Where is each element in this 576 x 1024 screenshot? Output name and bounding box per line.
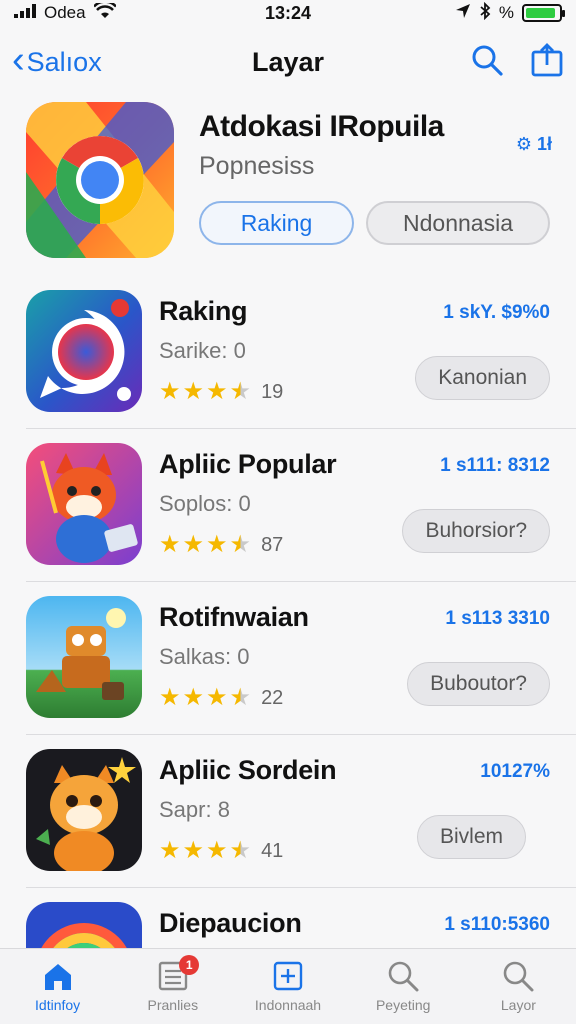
- search-icon: [388, 961, 419, 992]
- app-subtitle: Soplos: 0: [159, 491, 251, 516]
- list-item[interactable]: Raking Sarike: 0 ★ ★ ★ ★ 19 1 ѕkY. $9%0 Kan…: [26, 276, 576, 429]
- app-price: 10127%: [480, 761, 550, 782]
- tab-label: Layor: [500, 997, 536, 1013]
- half-star-icon: ★: [229, 837, 252, 864]
- chevron-left-icon: ‹: [12, 39, 25, 81]
- rating-count: 19: [261, 380, 284, 403]
- app-action-button[interactable]: Kanonian: [415, 356, 550, 400]
- star-add-icon: [273, 961, 303, 991]
- featured-app-count: ⚙ 1ł: [516, 134, 552, 155]
- location-icon: [455, 3, 471, 24]
- app-price: 1 ѕ110:5360: [444, 914, 550, 935]
- tab-label: Indonnaah: [254, 997, 322, 1013]
- tab-search[interactable]: Peyeting: [346, 949, 461, 1024]
- star-icon: ★: [159, 684, 181, 711]
- app-title: Apliic Sordein: [159, 755, 337, 785]
- app-title: Diepaucion: [159, 908, 302, 938]
- star-icon: ★: [206, 378, 228, 405]
- star-icon: ★: [206, 531, 228, 558]
- featured-app-title: Atdokasi IRopuila: [199, 110, 444, 143]
- nav-bar: ‹ Salıox Layar: [0, 36, 576, 88]
- app-action-button[interactable]: Buboutor?: [407, 662, 550, 706]
- bluetooth-icon: [479, 1, 491, 25]
- list-item[interactable]: Apliic Popular Soplos: 0 ★ ★ ★ ★ 87 1 ѕ111:…: [26, 429, 576, 582]
- status-right: %: [362, 1, 565, 25]
- search-icon: [504, 961, 534, 992]
- home-icon: [44, 964, 71, 990]
- star-icon: ★: [182, 378, 205, 405]
- app-price: 1 ѕ111: 8312: [440, 455, 550, 476]
- app-subtitle: Sapr: 8: [159, 797, 230, 822]
- carrier-name: Odea: [44, 3, 86, 22]
- app-title: Raking: [159, 296, 248, 326]
- star-icon: ★: [182, 684, 205, 711]
- half-star-icon: ★: [229, 378, 252, 405]
- tab-home[interactable]: Idtinfoy: [0, 949, 115, 1024]
- gear-icon: ⚙: [515, 134, 532, 154]
- app-title: Rotifnwaian: [159, 602, 309, 632]
- tab-indonesia[interactable]: Indonnaah: [230, 949, 345, 1024]
- star-rating: ★ ★ ★ ★ 87: [159, 533, 283, 557]
- status-left: Odea: [14, 0, 214, 24]
- back-button[interactable]: ‹ Salıox: [12, 39, 102, 81]
- app-price: 1 ѕkY. $9%0: [443, 302, 550, 323]
- fox-game-icon: [26, 443, 142, 565]
- app-action-button[interactable]: Bivlem: [416, 815, 526, 859]
- rating-count: 41: [261, 839, 284, 862]
- star-rating: ★ ★ ★ ★ 19: [159, 380, 283, 404]
- signal-icon: [14, 3, 36, 23]
- tab-label: Pranlies: [147, 997, 199, 1013]
- share-icon[interactable]: [530, 42, 564, 82]
- star-icon: ★: [182, 837, 205, 864]
- list-item[interactable]: Apliic Sordein Sapr: 8 ★ ★ ★ ★ 41 10127% Bi…: [26, 735, 576, 888]
- featured-app[interactable]: Atdokasi IRopuila Popnesiss ⚙ 1ł Raking …: [26, 100, 556, 260]
- star-icon: ★: [206, 684, 228, 711]
- star-icon: ★: [159, 378, 181, 405]
- app-action-button[interactable]: Buhorsior?: [402, 509, 550, 553]
- camera-lens-icon: [26, 290, 142, 412]
- battery-percent: %: [498, 3, 514, 22]
- wifi-icon: [92, 0, 117, 24]
- star-icon: ★: [159, 531, 181, 558]
- star-icon: ★: [182, 531, 205, 558]
- battery-level: [526, 8, 555, 18]
- tab-layar[interactable]: Layor: [461, 949, 576, 1024]
- ranking-button[interactable]: Raking: [199, 201, 354, 245]
- tab-bar: Idtinfoy 1 Pranlies Indonnaah Peyeting L…: [0, 948, 576, 1024]
- star-rating: ★ ★ ★ ★ 22: [159, 686, 283, 710]
- app-title: Apliic Popular: [159, 449, 337, 479]
- browser-app-icon: [26, 102, 174, 258]
- search-icon[interactable]: [470, 43, 504, 82]
- tab-lists[interactable]: 1 Pranlies: [115, 949, 230, 1024]
- status-time: 13:24: [264, 2, 312, 23]
- tab-label: Peyeting: [375, 997, 431, 1013]
- tab-label: Idtinfoy: [35, 997, 81, 1013]
- back-label: Salıox: [26, 46, 102, 77]
- star-icon: ★: [159, 837, 181, 864]
- half-star-icon: ★: [229, 531, 252, 558]
- star-icon: ★: [206, 837, 228, 864]
- app-subtitle: Sarike: 0: [159, 338, 246, 363]
- robot-game-icon: [26, 596, 142, 718]
- app-price: 1 ѕ113 3310: [445, 608, 550, 629]
- star-rating: ★ ★ ★ ★ 41: [159, 839, 283, 863]
- tiger-cub-icon: [26, 749, 142, 871]
- notification-badge: 1: [179, 955, 200, 975]
- featured-app-subtitle: Popnesiss: [199, 152, 315, 180]
- half-star-icon: ★: [229, 684, 252, 711]
- app-subtitle: Salkas: 0: [159, 644, 250, 669]
- indonesia-button[interactable]: Ndonnasia: [366, 201, 550, 245]
- featured-count-text: 1ł: [536, 134, 552, 154]
- list-item[interactable]: Rotifnwaian Salkas: 0 ★ ★ ★ ★ 22 1 ѕ113 331…: [26, 582, 576, 735]
- status-bar: Odea 13:24 %: [0, 0, 576, 26]
- battery-icon: [522, 4, 565, 22]
- rating-count: 87: [261, 533, 284, 556]
- nav-actions: [470, 42, 564, 82]
- rating-count: 22: [261, 686, 284, 709]
- app-list: Raking Sarike: 0 ★ ★ ★ ★ 19 1 ѕkY. $9%0 Kan…: [0, 276, 576, 1024]
